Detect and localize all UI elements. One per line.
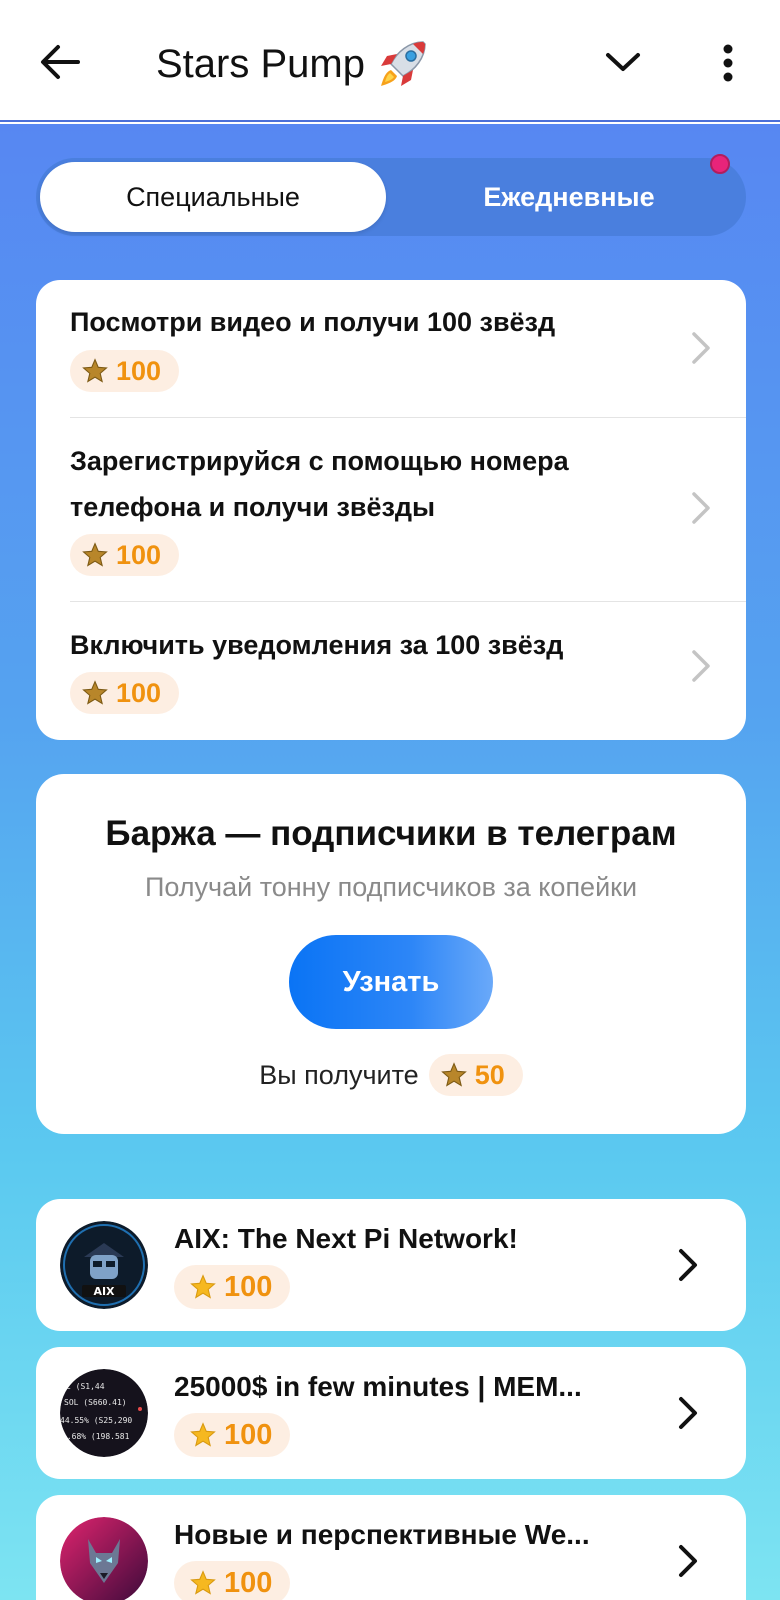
svg-text:C (S1,44: C (S1,44 <box>66 1382 105 1391</box>
chevron-right-icon <box>679 1545 697 1577</box>
page-title-text: Stars Pump <box>156 41 365 86</box>
chevron-right-icon <box>679 1397 697 1429</box>
star-icon <box>82 358 108 383</box>
reward-value: 100 <box>224 1270 273 1303</box>
promo-reward-row: Вы получите 50 <box>36 1054 746 1096</box>
arrow-left-icon <box>41 45 80 79</box>
task-item-enable-notifications[interactable]: Включить уведомления за 100 звёзд 100 <box>36 602 746 740</box>
wolf-art-icon <box>60 1517 148 1600</box>
promo-title: Баржа — подписчики в телеграм <box>105 814 677 853</box>
promo-reward-prefix: Вы получите <box>259 1059 419 1090</box>
promo-subtitle: Получай тонну подписчиков за копейки <box>144 872 638 902</box>
task-item-watch-video[interactable]: Посмотри видео и получи 100 звёзд 100 <box>36 280 746 418</box>
star-icon <box>190 1570 216 1595</box>
tab-switcher: Специальные Ежедневные <box>36 154 746 236</box>
rocket-icon <box>380 41 426 86</box>
chevron-right-icon <box>692 650 710 682</box>
reward-badge: 100 <box>70 672 180 714</box>
reward-badge: 100 <box>174 1413 291 1457</box>
reward-value: 100 <box>116 677 162 708</box>
aix-logo-icon: AIX <box>60 1221 148 1309</box>
task-item-register-phone[interactable]: Зарегистрируйся с помощью номера телефон… <box>36 418 746 602</box>
back-button[interactable] <box>38 40 82 84</box>
dropdown-button[interactable] <box>598 40 648 84</box>
task-title: Зарегистрируйся с помощью номера телефон… <box>70 446 569 522</box>
tab-special[interactable]: Специальные <box>40 162 386 232</box>
notification-dot <box>710 154 730 174</box>
chevron-right-icon <box>692 492 710 524</box>
reward-badge: 50 <box>428 1054 523 1096</box>
avatar <box>60 1517 148 1600</box>
app-header: Stars Pump <box>0 0 780 122</box>
svg-text:1.68% (198.581: 1.68% (198.581 <box>62 1432 130 1441</box>
channel-title: Новые и перспективные We... <box>174 1519 590 1550</box>
reward-value: 100 <box>116 355 162 386</box>
reward-value: 100 <box>224 1418 273 1451</box>
reward-value: 50 <box>474 1059 505 1090</box>
reward-badge: 100 <box>174 1265 291 1309</box>
star-icon <box>82 542 108 567</box>
chevron-down-icon <box>606 53 640 71</box>
star-icon <box>82 680 108 705</box>
more-vertical-icon <box>723 44 733 82</box>
channel-title: 25000$ in few minutes | MEM... <box>174 1371 582 1402</box>
star-icon <box>440 1062 467 1087</box>
svg-text:SOL (S660.41): SOL (S660.41) <box>64 1398 127 1407</box>
main-content: Специальные Ежедневные Посмотри видео и … <box>0 124 780 1600</box>
task-title: Посмотри видео и получи 100 звёзд <box>70 307 556 337</box>
channel-card-aix[interactable]: AIX AIX: The Next Pi Network! 100 <box>36 1199 746 1331</box>
reward-value: 100 <box>224 1566 273 1599</box>
channel-card-web3[interactable]: Новые и перспективные We... 100 <box>36 1495 746 1600</box>
more-menu-button[interactable] <box>705 38 751 88</box>
crypto-ticker-icon: C (S1,44 SOL (S660.41) 44.55% (S25,290 1… <box>60 1369 148 1457</box>
avatar: C (S1,44 SOL (S660.41) 44.55% (S25,290 1… <box>60 1369 148 1457</box>
tab-special-label: Специальные <box>126 181 300 212</box>
star-icon <box>190 1422 216 1447</box>
learn-more-label: Узнать <box>342 965 440 998</box>
tab-daily[interactable]: Ежедневные <box>396 162 742 232</box>
svg-text:44.55% (S25,290: 44.55% (S25,290 <box>60 1416 132 1425</box>
svg-text:AIX: AIX <box>93 1285 115 1298</box>
chevron-right-icon <box>692 332 710 364</box>
reward-value: 100 <box>116 539 162 570</box>
star-icon <box>190 1274 216 1299</box>
channel-title: AIX: The Next Pi Network! <box>174 1223 518 1254</box>
reward-badge: 100 <box>70 534 180 576</box>
chevron-right-icon <box>679 1249 697 1281</box>
promo-card: Баржа — подписчики в телеграм Получай то… <box>36 774 746 1134</box>
tasks-card: Посмотри видео и получи 100 звёзд 100 За… <box>36 280 746 740</box>
channel-card-25000[interactable]: C (S1,44 SOL (S660.41) 44.55% (S25,290 1… <box>36 1347 746 1479</box>
learn-more-button[interactable]: Узнать <box>289 935 493 1029</box>
reward-badge: 100 <box>174 1561 291 1600</box>
avatar: AIX <box>60 1221 148 1309</box>
tab-daily-label: Ежедневные <box>483 181 655 212</box>
page-title: Stars Pump <box>156 36 431 92</box>
reward-badge: 100 <box>70 350 180 392</box>
task-title: Включить уведомления за 100 звёзд <box>70 630 564 660</box>
